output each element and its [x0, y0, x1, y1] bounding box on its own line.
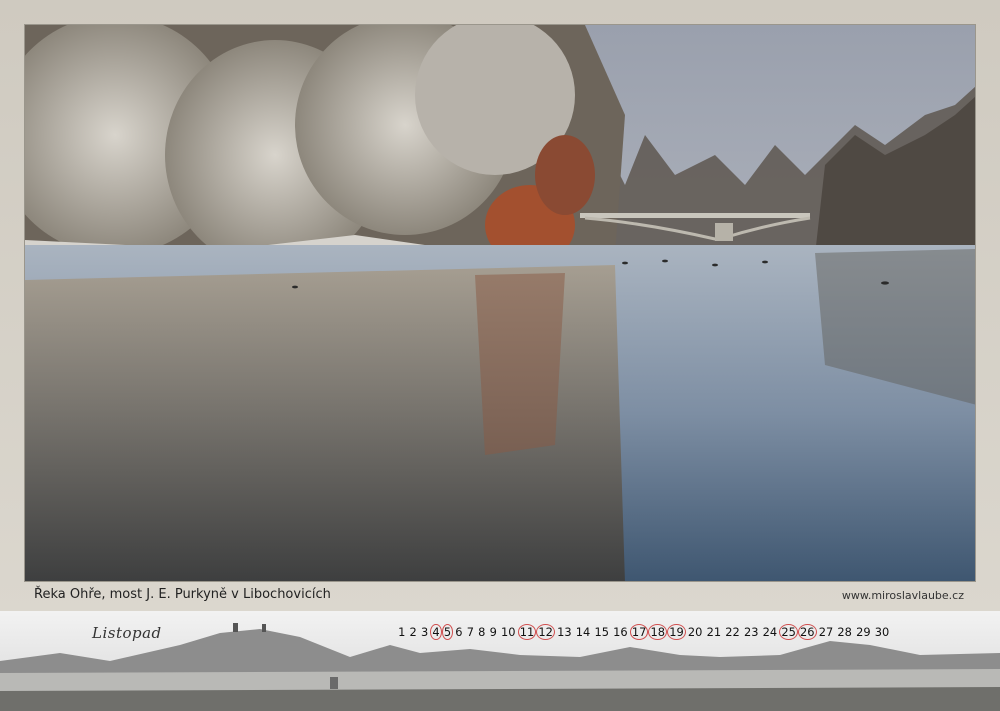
day-strip: 1 2 3 4 5 6 7 8 9 10 11 12 13 14 15 16 17 18 19 20 21 22 23 24 2…	[396, 624, 891, 640]
day-11: 11	[517, 624, 537, 640]
day-13: 13	[557, 625, 572, 639]
day-10: 10	[501, 625, 516, 639]
photo-caption: Řeka Ohře, most J. E. Purkyně v Libochov…	[34, 587, 331, 602]
day-4: 4	[430, 624, 443, 640]
day-22: 22	[725, 625, 740, 639]
day-8: 8	[478, 625, 486, 639]
day-6: 6	[455, 625, 463, 639]
day-1: 1	[398, 625, 406, 639]
day-27: 27	[818, 625, 834, 639]
day-30: 30	[874, 625, 890, 639]
day-15: 15	[594, 625, 609, 639]
day-16: 16	[613, 625, 628, 639]
day-28: 28	[837, 625, 852, 639]
day-23: 23	[743, 625, 759, 639]
calendar-page: Řeka Ohře, most J. E. Purkyně v Libochov…	[0, 0, 1000, 711]
day-25: 25	[779, 624, 798, 640]
day-26: 26	[797, 624, 817, 640]
day-9: 9	[489, 625, 497, 639]
day-2: 2	[409, 625, 417, 639]
day-29: 29	[856, 625, 871, 639]
day-21: 21	[706, 625, 722, 639]
day-3: 3	[420, 625, 429, 639]
river-photo	[24, 24, 976, 582]
day-17: 17	[629, 624, 649, 640]
website-link[interactable]: www.miroslavlaube.cz	[842, 589, 964, 602]
month-name: Listopad	[92, 624, 162, 642]
day-14: 14	[575, 625, 591, 639]
day-19: 19	[667, 624, 686, 640]
day-18: 18	[648, 624, 667, 640]
day-7: 7	[466, 625, 474, 639]
day-5: 5	[441, 624, 454, 640]
day-24: 24	[762, 625, 778, 639]
day-20: 20	[687, 625, 703, 639]
day-12: 12	[536, 624, 555, 640]
